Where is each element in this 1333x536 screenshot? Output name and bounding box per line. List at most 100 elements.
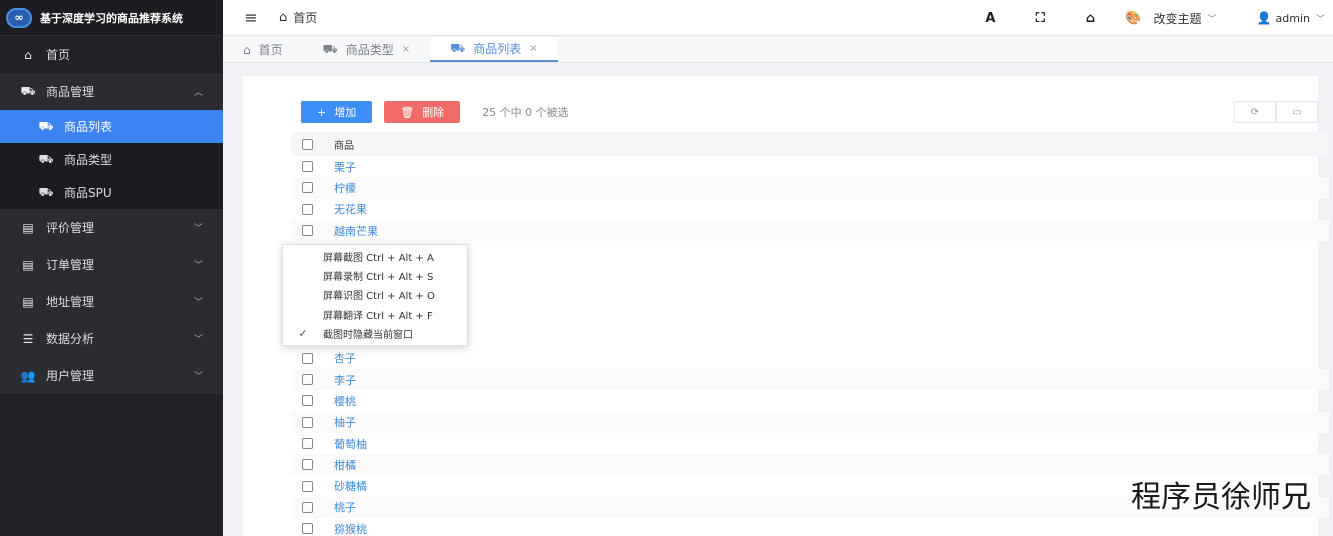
sidebar-subitem-label: 商品类型 bbox=[64, 153, 113, 167]
sidebar-item-analytics[interactable]: ☰ 数据分析 ﹀ bbox=[0, 320, 223, 357]
goods-name-link[interactable]: 樱桃 bbox=[334, 393, 356, 409]
table-body-top: 栗子柠檬无花果越南芒果 bbox=[291, 156, 1329, 242]
delete-button[interactable]: 🗑 删除 bbox=[384, 101, 461, 123]
sidebar-item-orders[interactable]: ▤ 订单管理 ﹀ bbox=[0, 246, 223, 283]
screenshot-context-menu: 屏幕截图 Ctrl + Alt + A 屏幕录制 Ctrl + Alt + S 屏幕… bbox=[282, 244, 468, 346]
menu-toggle-icon[interactable]: ≡ bbox=[223, 8, 279, 27]
row-checkbox[interactable] bbox=[302, 395, 313, 407]
row-checkbox[interactable] bbox=[302, 416, 313, 428]
chevron-down-icon: ﹀ bbox=[193, 372, 203, 382]
goods-name-link[interactable]: 葡萄柚 bbox=[334, 436, 367, 452]
context-menu-item[interactable]: 屏幕录制 Ctrl + Alt + S bbox=[283, 266, 467, 285]
sidebar-item-reviews[interactable]: ▤ 评价管理 ﹀ bbox=[0, 209, 223, 246]
sidebar-item-label: 数据分析 bbox=[46, 332, 95, 346]
breadcrumb-label: 首页 bbox=[293, 11, 318, 25]
breadcrumb[interactable]: ⌂ 首页 bbox=[279, 9, 317, 26]
goods-name-link[interactable]: 李子 bbox=[334, 372, 356, 388]
row-checkbox[interactable] bbox=[302, 203, 313, 215]
context-menu-item[interactable]: ✓ 截图时隐藏当前窗口 bbox=[283, 324, 467, 343]
context-menu-item[interactable]: 屏幕截图 Ctrl + Alt + A bbox=[283, 247, 467, 266]
goods-name-link[interactable]: 无花果 bbox=[334, 201, 367, 217]
table-row: 樱桃 bbox=[291, 390, 1329, 411]
list-icon: ☰ bbox=[22, 331, 34, 346]
goods-name-link[interactable]: 栗子 bbox=[334, 159, 356, 175]
sidebar-subitem-goods-list[interactable]: ⛟ 商品列表 bbox=[0, 110, 223, 143]
theme-label: 改变主题 bbox=[1153, 11, 1202, 26]
chevron-up-icon: ︿ bbox=[193, 88, 203, 98]
palette-icon: 🎨 bbox=[1125, 10, 1142, 26]
table-header: 商品 bbox=[291, 132, 1329, 156]
tab-goods-type[interactable]: ⛟ 商品类型 × bbox=[303, 37, 431, 62]
car-icon: ⛟ bbox=[38, 184, 54, 199]
row-checkbox[interactable] bbox=[302, 182, 313, 194]
row-checkbox[interactable] bbox=[302, 374, 313, 386]
refresh-icon[interactable]: ⟳ bbox=[1234, 101, 1276, 123]
tab-goods-list[interactable]: ⛟ 商品列表 × bbox=[430, 37, 558, 62]
users-icon: 👥 bbox=[20, 368, 36, 383]
context-menu-label: 截图时隐藏当前窗口 bbox=[323, 329, 413, 341]
goods-name-link[interactable]: 柑橘 bbox=[334, 457, 356, 473]
goods-name-link[interactable]: 杏子 bbox=[334, 350, 356, 366]
table-tools: ⟳ ▭ bbox=[1234, 101, 1318, 123]
tab-label: 商品类型 bbox=[345, 43, 394, 57]
app-title: 基于深度学习的商品推荐系统 bbox=[40, 11, 183, 25]
close-icon[interactable]: × bbox=[402, 44, 410, 55]
goods-name-link[interactable]: 砂糖橘 bbox=[334, 478, 367, 494]
tab-home[interactable]: ⌂ 首页 bbox=[223, 37, 303, 62]
export-icon[interactable]: ▭ bbox=[1276, 101, 1318, 123]
fullscreen-icon[interactable]: ⛶ bbox=[1015, 11, 1065, 26]
car-icon: ⛟ bbox=[38, 151, 54, 166]
delete-button-label: 删除 bbox=[422, 106, 445, 119]
table-icon: ▤ bbox=[22, 257, 34, 272]
goods-name-link[interactable]: 桃子 bbox=[334, 499, 356, 515]
plus-icon: + bbox=[317, 105, 327, 119]
goods-name-link[interactable]: 越南芒果 bbox=[334, 223, 378, 239]
table-icon: ▤ bbox=[22, 220, 34, 235]
sidebar-item-addresses[interactable]: ▤ 地址管理 ﹀ bbox=[0, 283, 223, 320]
sidebar-item-label: 首页 bbox=[46, 48, 71, 62]
tab-label: 首页 bbox=[258, 43, 283, 57]
row-checkbox[interactable] bbox=[302, 480, 313, 492]
user-menu[interactable]: 👤 admin ﹀ bbox=[1257, 11, 1325, 25]
sidebar-item-label: 订单管理 bbox=[46, 258, 95, 272]
context-menu-label: 屏幕录制 Ctrl + Alt + S bbox=[323, 272, 434, 284]
sidebar-item-users[interactable]: 👥 用户管理 ﹀ bbox=[0, 357, 223, 394]
row-checkbox[interactable] bbox=[302, 501, 313, 513]
table-row: 猕猴桃 bbox=[291, 518, 1329, 536]
close-icon[interactable]: × bbox=[529, 43, 537, 54]
row-checkbox[interactable] bbox=[302, 459, 313, 471]
add-button[interactable]: + 增加 bbox=[301, 101, 373, 123]
sidebar: ∞ 基于深度学习的商品推荐系统 ⌂ 首页 ⛟ 商品管理 ︿ ⛟ 商品列表 ⛟ 商… bbox=[0, 0, 223, 536]
table-row: 柠檬 bbox=[291, 177, 1329, 199]
sidebar-subitem-goods-spu[interactable]: ⛟ 商品SPU bbox=[0, 176, 223, 209]
user-icon: 👤 bbox=[1256, 11, 1272, 25]
table-row: 柚子 bbox=[291, 411, 1329, 433]
sidebar-subitem-goods-type[interactable]: ⛟ 商品类型 bbox=[0, 143, 223, 176]
goods-name-link[interactable]: 猕猴桃 bbox=[334, 521, 367, 536]
topbar: ≡ ⌂ 首页 A ⛶ ⌂ 🎨 改变主题 ﹀ 👤 admin ﹀ bbox=[223, 0, 1333, 36]
font-size-button[interactable]: A bbox=[965, 11, 1015, 26]
row-checkbox[interactable] bbox=[302, 438, 313, 450]
sidebar-item-home[interactable]: ⌂ 首页 bbox=[0, 36, 223, 73]
table-row: 越南芒果 bbox=[291, 219, 1329, 242]
sidebar-item-label: 商品管理 bbox=[46, 85, 95, 99]
car-icon: ⛟ bbox=[322, 41, 338, 56]
list-toolbar: + 增加 🗑 删除 25 个中 0 个被选 bbox=[301, 101, 569, 123]
context-menu-item[interactable]: 屏幕识图 Ctrl + Alt + O bbox=[283, 285, 467, 304]
row-checkbox[interactable] bbox=[302, 161, 313, 173]
table-row: 李子 bbox=[291, 368, 1329, 391]
home-icon[interactable]: ⌂ bbox=[1065, 11, 1115, 26]
chevron-down-icon: ﹀ bbox=[1207, 14, 1217, 25]
row-checkbox[interactable] bbox=[302, 523, 313, 535]
select-all-checkbox[interactable] bbox=[302, 138, 313, 150]
goods-name-link[interactable]: 柠檬 bbox=[334, 180, 356, 196]
sidebar-item-goods-management[interactable]: ⛟ 商品管理 ︿ bbox=[0, 73, 223, 110]
goods-name-link[interactable]: 柚子 bbox=[334, 414, 356, 430]
row-checkbox[interactable] bbox=[302, 352, 313, 364]
row-checkbox[interactable] bbox=[302, 225, 313, 237]
brand: ∞ 基于深度学习的商品推荐系统 bbox=[0, 0, 223, 36]
home-icon: ⌂ bbox=[279, 10, 288, 25]
context-menu-item[interactable]: 屏幕翻译 Ctrl + Alt + F bbox=[283, 305, 467, 324]
theme-switcher[interactable]: 🎨 改变主题 ﹀ bbox=[1125, 10, 1216, 27]
check-icon: ✓ bbox=[298, 326, 308, 340]
